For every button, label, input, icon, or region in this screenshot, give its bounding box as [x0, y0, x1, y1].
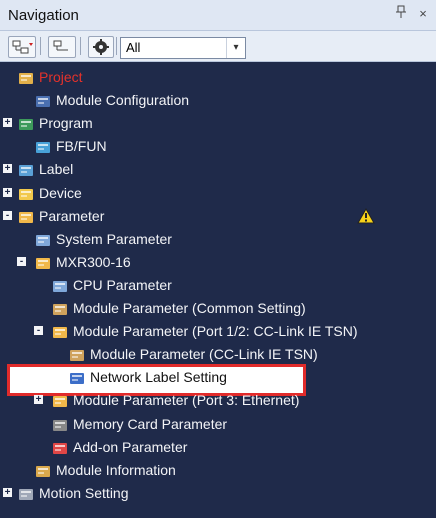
tree-item-label: Program [39, 115, 93, 132]
expand-tree-icon [12, 40, 33, 54]
tree-item-label: CPU Parameter [73, 276, 172, 293]
network-label-icon [70, 373, 84, 385]
tree-item[interactable]: Memory Card Parameter [0, 413, 436, 436]
cpu-parameter-icon [53, 280, 67, 292]
fbfun-icon [36, 142, 50, 154]
motion-setting-icon [19, 488, 33, 500]
device-icon [19, 188, 33, 200]
collapse-tree-icon [53, 40, 68, 51]
expand-icon[interactable]: + [3, 187, 12, 197]
tree-item-label: Memory Card Parameter [73, 415, 228, 432]
module-parameter-folder-icon [53, 396, 67, 408]
panel-titlebar: Navigation × [0, 0, 436, 31]
collapse-icon[interactable]: - [17, 256, 26, 266]
tree-item[interactable]: + Program [0, 112, 436, 135]
navigation-panel: Navigation × All ▾ Project Module Config… [0, 0, 436, 518]
tree-item-label: Module Information [56, 461, 176, 478]
tree-item[interactable]: Module Information [0, 459, 436, 482]
filter-select-value: All [126, 40, 141, 55]
close-icon[interactable]: × [416, 5, 430, 23]
tree-item[interactable]: System Parameter [0, 228, 436, 251]
tree-item[interactable]: Module Configuration [0, 89, 436, 112]
toolbar-separator [40, 37, 41, 55]
tree-item[interactable]: CPU Parameter [0, 274, 436, 297]
tree-item-label: MXR300-16 [56, 253, 131, 270]
tree-item-label: Module Parameter (CC-Link IE TSN) [90, 346, 318, 363]
pin-icon[interactable] [394, 5, 408, 23]
tree-item[interactable]: Add-on Parameter [0, 436, 436, 459]
module-parameter-folder-icon [53, 327, 67, 339]
module-parameter-icon [53, 304, 67, 315]
tree-item[interactable]: Network Label Setting [0, 366, 436, 389]
tree-item-label: Module Parameter (Port 1/2: CC-Link IE T… [73, 323, 358, 340]
tree-item-label: FB/FUN [56, 138, 107, 155]
tree-item[interactable]: - MXR300-16 [0, 251, 436, 274]
tree-item-label: Network Label Setting [90, 369, 227, 386]
tree-item-label: Project [39, 69, 83, 85]
tree-item[interactable]: Module Parameter (CC-Link IE TSN) [0, 343, 436, 366]
toolbar-separator [80, 37, 81, 55]
cpu-folder-icon [36, 257, 50, 269]
tree-item[interactable]: + Label [0, 158, 436, 181]
navigation-toolbar: All ▾ [0, 31, 436, 62]
panel-title-buttons: × [394, 5, 430, 23]
tree-item-label: Module Configuration [56, 92, 190, 109]
expand-icon[interactable]: + [3, 164, 12, 174]
expand-icon[interactable]: + [34, 395, 43, 405]
panel-title: Navigation [8, 7, 79, 24]
tree-item[interactable]: + Device [0, 182, 436, 205]
expand-icon[interactable]: + [3, 118, 12, 128]
collapse-icon[interactable]: - [3, 210, 12, 220]
system-parameter-icon [36, 234, 50, 246]
memory-card-icon [53, 419, 67, 431]
tree-item[interactable]: - Module Parameter (Port 1/2: CC-Link IE … [0, 320, 436, 343]
tree-item[interactable]: + Module Parameter (Port 3: Ethernet) [0, 389, 436, 412]
tree-item[interactable]: FB/FUN [0, 135, 436, 158]
add-on-icon [53, 442, 67, 454]
module-config-icon [36, 96, 50, 108]
toolbar-separator [116, 37, 117, 55]
tree-item-label: Module Parameter (Port 3: Ethernet) [73, 392, 300, 409]
tree-item[interactable]: Project [0, 66, 436, 89]
tree-item-label: Label [39, 161, 74, 178]
expand-icon[interactable]: + [3, 487, 12, 497]
tree-item[interactable]: + Motion Setting [0, 482, 436, 505]
tree-item-label: Parameter [39, 207, 105, 224]
module-information-icon [36, 465, 50, 477]
tree-item-label: System Parameter [56, 230, 172, 247]
project-icon [19, 73, 33, 84]
module-parameter-icon [70, 350, 84, 362]
filter-select[interactable]: All ▾ [120, 37, 246, 59]
program-icon [19, 119, 33, 131]
tree-item[interactable]: Module Parameter (Common Setting) [0, 297, 436, 320]
tree-item-label: Module Parameter (Common Setting) [73, 300, 306, 316]
tree-item-label: Device [39, 184, 82, 201]
tree-item-label: Motion Setting [39, 484, 129, 501]
settings-button[interactable] [88, 36, 114, 58]
project-tree: Project Module Configuration + Program FB/FU… [0, 62, 436, 518]
tree-item-label: Add-on Parameter [73, 438, 188, 455]
chevron-down-icon[interactable]: ▾ [226, 38, 245, 58]
collapse-icon[interactable]: - [34, 326, 43, 336]
label-icon [19, 165, 33, 177]
warning-icon [357, 207, 375, 224]
gear-icon [93, 39, 109, 55]
expand-all-button[interactable] [8, 36, 36, 58]
parameter-icon [19, 211, 33, 223]
tree-item[interactable]: - Parameter [0, 205, 436, 228]
collapse-all-button[interactable] [48, 36, 76, 58]
